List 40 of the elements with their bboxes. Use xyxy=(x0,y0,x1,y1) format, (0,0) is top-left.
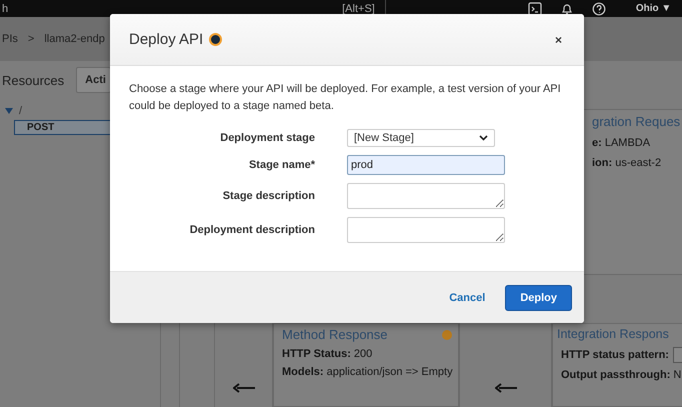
search-shortcut: [Alt+S] xyxy=(342,2,375,14)
dialog-title: Deploy API xyxy=(129,31,204,48)
field-label: Stage description xyxy=(222,190,315,202)
arrow-left-icon xyxy=(494,383,516,393)
input-field[interactable]: prod xyxy=(347,155,505,175)
actions-button[interactable]: Acti xyxy=(76,67,111,93)
panel-line: Models: application/json => Empty xyxy=(282,366,454,378)
field-label: Deployment stage xyxy=(219,132,315,144)
status-dot-icon xyxy=(442,330,452,340)
breadcrumb-item[interactable]: > xyxy=(28,33,34,45)
breadcrumb-item[interactable]: llama2-endp xyxy=(44,33,105,45)
bell-icon[interactable] xyxy=(560,2,574,16)
panel-line: ion: us-east-2 xyxy=(592,157,662,169)
resources-title: Resources xyxy=(2,72,64,88)
caret-icon[interactable] xyxy=(5,107,13,115)
panel-title: Method Response xyxy=(282,327,388,342)
tree-item[interactable]: / xyxy=(19,105,22,117)
region-menu[interactable]: Ohio ▼ xyxy=(636,3,672,14)
arrow-left-icon xyxy=(232,383,254,393)
field-label: Deployment description xyxy=(188,224,315,236)
field-label: Stage name* xyxy=(248,159,315,171)
help-icon[interactable] xyxy=(592,2,606,16)
panel-line: e: LAMBDA xyxy=(592,137,652,149)
chevron-down-icon xyxy=(479,135,488,141)
input-field[interactable] xyxy=(672,347,682,363)
text-area[interactable] xyxy=(347,217,505,243)
panel-title: gration Reques xyxy=(592,114,682,129)
cancel-link[interactable]: Cancel xyxy=(449,292,486,304)
text-area[interactable] xyxy=(347,183,505,209)
breadcrumb-item[interactable]: PIs xyxy=(2,33,18,45)
field-label: HTTP status pattern: xyxy=(561,349,669,361)
close-button[interactable]: × xyxy=(550,32,566,46)
dialog-description: Choose a stage where your API will be deployed. For example, a test version of your API could be deployed to a stage named beta. xyxy=(129,82,562,114)
panel-line: Output passthrough: N xyxy=(561,369,682,381)
panel-title: Integration Respons xyxy=(557,327,670,341)
search-text: h xyxy=(2,2,8,14)
stage-dropdown[interactable]: [New Stage] xyxy=(347,129,495,147)
deploy-button[interactable]: Deploy xyxy=(505,284,572,310)
status-dot-icon xyxy=(209,33,222,46)
panel-line: HTTP Status: 200 xyxy=(282,348,374,360)
